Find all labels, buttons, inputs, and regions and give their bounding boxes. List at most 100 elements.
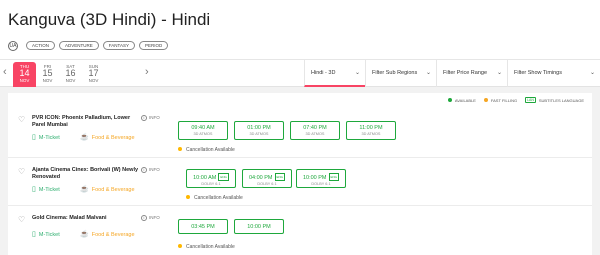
cancellation-note: Cancellation Available [178, 147, 235, 153]
genre-tag[interactable]: FANTASY [102, 41, 135, 50]
language-tag: ENG [218, 173, 229, 181]
info-button[interactable]: i INFO [141, 215, 160, 221]
showtime-button[interactable]: 10:00 PM [234, 219, 284, 234]
legend-available: AVAILABLE [447, 97, 476, 103]
venue-list: AVAILABLE FAST FILLING LAN SUBTITLES LAN… [8, 93, 592, 255]
venue-name[interactable]: Ajanta Cinema Cinex: Borivali (W) Newly … [32, 167, 142, 181]
phone-icon: ▯ [32, 134, 36, 141]
date-month: NOV [88, 78, 99, 83]
movie-title: Kanguva (3D Hindi) - Hindi [8, 10, 211, 29]
date-number: 14 [19, 68, 30, 78]
cancellation-note: Cancellation Available [178, 244, 235, 250]
certificate-badge: UA [8, 41, 18, 51]
showtime-button[interactable]: 04:00 PM ENG DOLBY 6.1 [242, 169, 292, 188]
cancellation-dot-icon [178, 244, 182, 248]
cancellation-dot-icon [178, 147, 182, 151]
genre-tag[interactable]: PERIOD [138, 41, 169, 50]
cancellation-note: Cancellation Available [186, 195, 243, 201]
info-label: INFO [149, 115, 160, 120]
food-feature: ☕ Food & Beverage [80, 230, 135, 238]
showtime-button[interactable]: 03:45 PM [178, 219, 228, 234]
showtime-format: DOLBY 6.1 [201, 182, 221, 186]
date-month: NOV [42, 78, 53, 83]
date-filter-bar: ‹ THU 14 NOV FRI 15 NOV SAT 16 NOV SUN 1… [0, 60, 600, 87]
showtime-button[interactable]: 09:40 AM 3D ATMOS [178, 121, 228, 140]
cancellation-dot-icon [186, 195, 190, 199]
showtime-button[interactable]: 10:00 AM ENG DOLBY 6.1 [186, 169, 236, 188]
heart-icon[interactable]: ♡ [18, 167, 25, 176]
mticket-feature: ▯ M-Ticket [32, 133, 60, 141]
filter-label: Filter Show Timings [514, 70, 562, 76]
food-feature: ☕ Food & Beverage [80, 185, 135, 193]
showtime-time: 01:00 PM [247, 125, 271, 131]
date-number: 15 [42, 68, 53, 78]
genre-tag[interactable]: ACTION [26, 41, 56, 50]
price-range-filter[interactable]: Filter Price Range ⌄ [436, 60, 507, 87]
date-month: NOV [19, 78, 30, 83]
feature-label: Food & Beverage [91, 135, 135, 141]
info-label: INFO [149, 215, 160, 220]
divider [8, 205, 592, 206]
showtime-format: 3D ATMOS [249, 132, 269, 136]
showtime-button[interactable]: 10:00 PM ENG DOLBY 6.1 [296, 169, 346, 188]
date-month: NOV [65, 78, 76, 83]
feature-label: M-Ticket [38, 135, 60, 141]
showtime-button[interactable]: 11:00 PM 3D ATMOS [346, 121, 396, 140]
sub-regions-filter[interactable]: Filter Sub Regions ⌄ [365, 60, 436, 87]
legend-subtitles: LAN SUBTITLES LANGUAGE [525, 97, 584, 103]
phone-icon: ▯ [32, 186, 36, 193]
language-tag: ENG [328, 173, 340, 181]
showtime-time: 04:00 PM [248, 175, 273, 181]
showtime-format: 3D ATMOS [361, 132, 381, 136]
date-fri-15[interactable]: FRI 15 NOV [36, 62, 59, 87]
cancellation-label: Cancellation Available [186, 244, 235, 250]
showtime-time: 07:40 PM [303, 125, 327, 131]
format-filter[interactable]: Hindi - 3D ⌄ [304, 60, 365, 87]
chevron-down-icon: ⌄ [354, 70, 360, 76]
feature-label: Food & Beverage [91, 232, 135, 238]
showtime-time: 10:00 PM [247, 224, 271, 230]
info-icon: i [141, 115, 147, 121]
chevron-down-icon: ⌄ [589, 70, 595, 76]
showtime-time: 11:00 PM [359, 125, 383, 131]
showtime-button[interactable]: 07:40 PM 3D ATMOS [290, 121, 340, 140]
chevron-right-icon[interactable]: › [145, 66, 149, 78]
legend-fast-filling: FAST FILLING [483, 98, 517, 103]
food-icon: ☕ [80, 134, 89, 141]
venue-name[interactable]: Gold Cinema: Malad Malvani [32, 215, 142, 222]
heart-icon[interactable]: ♡ [18, 215, 25, 224]
date-sat-16[interactable]: SAT 16 NOV [59, 62, 82, 87]
legend-label: SUBTITLES LANGUAGE [538, 97, 584, 103]
legend-label: AVAILABLE [454, 97, 476, 103]
showtime-time: 03:45 PM [191, 224, 215, 230]
info-label: INFO [149, 167, 160, 172]
filter-label: Filter Sub Regions [372, 70, 418, 76]
venue-name[interactable]: PVR ICON: Phoenix Palladium, Lower Parel… [32, 115, 142, 129]
date-number: 16 [65, 68, 76, 78]
genre-list: ACTION ADVENTURE FANTASY PERIOD [26, 41, 169, 50]
feature-label: Food & Beverage [91, 187, 135, 193]
showtime-time: 10:00 PM [302, 175, 327, 181]
showtime-button[interactable]: 01:00 PM 3D ATMOS [234, 121, 284, 140]
feature-label: M-Ticket [38, 187, 60, 193]
food-icon: ☕ [80, 231, 89, 238]
cancellation-label: Cancellation Available [186, 147, 235, 153]
movie-header: Kanguva (3D Hindi) - Hindi UA ACTION ADV… [0, 0, 600, 60]
date-sun-17[interactable]: SUN 17 NOV [82, 62, 105, 87]
language-box-icon: LAN [525, 97, 536, 103]
heart-icon[interactable]: ♡ [18, 115, 25, 124]
filter-label: Filter Price Range [443, 70, 488, 76]
available-dot-icon [447, 98, 452, 102]
mticket-feature: ▯ M-Ticket [32, 230, 60, 238]
show-timings-filter[interactable]: Filter Show Timings ⌄ [507, 60, 600, 87]
feature-label: M-Ticket [38, 232, 60, 238]
food-feature: ☕ Food & Beverage [80, 133, 135, 141]
info-button[interactable]: i INFO [141, 167, 160, 173]
filter-label: Hindi - 3D [311, 70, 336, 76]
chevron-left-icon[interactable]: ‹ [3, 66, 7, 78]
genre-tag[interactable]: ADVENTURE [59, 41, 99, 50]
phone-icon: ▯ [32, 231, 36, 238]
date-thu-14[interactable]: THU 14 NOV [13, 62, 36, 87]
info-button[interactable]: i INFO [141, 115, 160, 121]
info-icon: i [141, 167, 147, 173]
